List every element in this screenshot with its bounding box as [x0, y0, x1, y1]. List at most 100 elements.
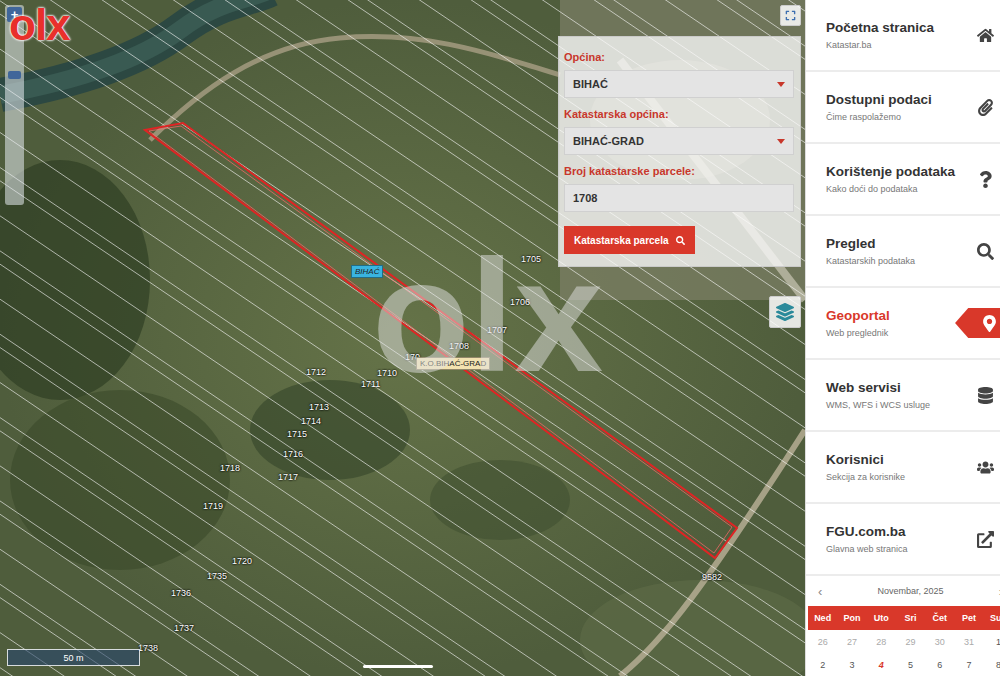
dropdown-arrow-icon	[777, 139, 785, 144]
sidebar-item[interactable]: FGU.com.baGlavna web stranica	[806, 504, 1000, 576]
parcel-label: 1716	[283, 449, 303, 459]
zoom-handle[interactable]	[8, 71, 21, 79]
parcel-label: 1735	[207, 571, 227, 581]
calendar-day[interactable]: 27	[837, 637, 866, 647]
parcel-label: 1736	[171, 588, 191, 598]
zoom-track[interactable]	[7, 22, 22, 203]
sidebar-item-subtitle: Katastar.ba	[826, 40, 955, 50]
sidebar-item[interactable]: Web servisi WMS, WFS i WCS usluge	[806, 360, 1000, 432]
sidebar-item-title: Web servisi	[826, 380, 955, 395]
sidebar-icon-slot	[955, 452, 1000, 482]
calendar-day[interactable]: 30	[925, 637, 954, 647]
calendar-day[interactable]: 31	[954, 637, 983, 647]
sidebar-item-subtitle: Sekcija za korisnike	[826, 472, 955, 482]
fullscreen-button[interactable]	[780, 5, 801, 26]
sidebar-item[interactable]: Početna stranica Katastar.ba	[806, 0, 1000, 72]
field-label: Katastarska općina:	[564, 108, 794, 120]
parcel-label: 1707	[487, 325, 507, 335]
home-icon	[977, 27, 994, 44]
calendar-day[interactable]: 26	[808, 637, 837, 647]
search-field: Katastarska općina: BIHAĆ-GRAD	[564, 108, 794, 155]
app: 1705170617071708170171017111712171317141…	[0, 0, 1000, 676]
question-icon	[977, 171, 994, 188]
layers-icon	[776, 303, 794, 321]
parcel-label: 1713	[309, 402, 329, 412]
sidebar-icon-slot	[955, 20, 1000, 50]
calendar-day[interactable]: 4	[867, 660, 896, 670]
sidebar-item-title: Korištenje podataka	[826, 164, 955, 179]
calendar-day[interactable]: 3	[837, 660, 866, 670]
weekday: Sub	[984, 613, 1000, 623]
select-field[interactable]: BIHAĆ	[564, 70, 794, 98]
calendar-day[interactable]: 8	[984, 660, 1000, 670]
weekday: Sri	[896, 613, 925, 623]
weekday: Pet	[954, 613, 983, 623]
sidebar-item-title: Korisnici	[826, 452, 955, 467]
sidebar-item[interactable]: Korisnici Sekcija za korisnike	[806, 432, 1000, 504]
week-row: 2345678	[808, 653, 1000, 676]
sidebar-item-title: Geoportal	[826, 308, 955, 323]
parcel-label: 1720	[232, 556, 252, 566]
weekday: Čet	[925, 613, 954, 623]
sidebar-icon-slot	[955, 308, 1000, 338]
parcel-label: 1719	[203, 501, 223, 511]
parcel-label: 9582	[702, 572, 722, 582]
sidebar-item-subtitle: Katastarskih podataka	[826, 256, 955, 266]
users-icon	[977, 459, 994, 476]
parcel-label: 1714	[301, 416, 321, 426]
place-tag: BIHAĆ	[351, 265, 383, 278]
weekday-row: NedPonUtoSriČetPetSub	[808, 606, 1000, 630]
sidebar-item-subtitle: Web preglednik	[826, 328, 955, 338]
sidebar-icon-slot	[955, 380, 1000, 410]
prev-month-button[interactable]: ‹	[818, 584, 822, 599]
next-month-button[interactable]: ›	[999, 584, 1000, 599]
parcel-label: 1705	[521, 254, 541, 264]
weekday: Ned	[808, 613, 837, 623]
sidebar-item[interactable]: Dostupni podaciČime raspolažemo	[806, 72, 1000, 144]
scale-bar: 50 m	[7, 649, 140, 666]
search-icon	[676, 236, 685, 245]
external-link-icon	[977, 531, 994, 548]
field-label: Broj katastarske parcele:	[564, 165, 794, 177]
sidebar: Početna stranica Katastar.ba Dostupni poda…	[805, 0, 1000, 676]
sidebar-item-title: Dostupni podaci	[826, 92, 955, 107]
sidebar-icon-slot	[955, 92, 1000, 122]
scroll-indicator	[363, 665, 433, 668]
parcel-label: 1718	[220, 463, 240, 473]
sidebar-item[interactable]: Pregled Katastarskih podataka	[806, 216, 1000, 288]
week-row: 2627282930311	[808, 630, 1000, 653]
weekday: Uto	[867, 613, 896, 623]
search-field: Broj katastarske parcele: 1708	[564, 165, 794, 212]
calendar-day[interactable]: 5	[896, 660, 925, 670]
search-button[interactable]: Katastarska parcela	[564, 226, 695, 254]
calendar-day[interactable]: 28	[867, 637, 896, 647]
calendar-day[interactable]: 7	[954, 660, 983, 670]
parcel-label: 1710	[377, 368, 397, 378]
database-icon	[977, 387, 994, 404]
sidebar-item-subtitle: WMS, WFS i WCS usluge	[826, 400, 955, 410]
calendar: ‹Novembar, 2025›NedPonUtoSriČetPetSub262…	[806, 576, 1000, 676]
select-field[interactable]: BIHAĆ-GRAD	[564, 127, 794, 155]
text-input[interactable]: 1708	[564, 184, 794, 212]
map-view[interactable]: 1705170617071708170171017111712171317141…	[0, 0, 805, 676]
weekday: Pon	[837, 613, 866, 623]
search-field: Općina:BIHAĆ	[564, 51, 794, 98]
paperclip-icon	[977, 99, 994, 116]
sidebar-item-subtitle: Kako doći do podataka	[826, 184, 955, 194]
sidebar-item-subtitle: Glavna web stranica	[826, 544, 955, 554]
layers-button[interactable]	[769, 296, 801, 328]
calendar-day[interactable]: 6	[925, 660, 954, 670]
parcel-label: 1708	[449, 341, 469, 351]
sidebar-item-title: Pregled	[826, 236, 955, 251]
sidebar-item[interactable]: Korištenje podataka Kako doći do podataka	[806, 144, 1000, 216]
district-tag: K.O.BIHAĆ-GRAD	[416, 357, 490, 370]
map-pin-icon	[981, 315, 998, 332]
sidebar-item[interactable]: Geoportal Web preglednik	[806, 288, 1000, 360]
sidebar-item-title: Početna stranica	[826, 20, 955, 35]
parcel-label: 1737	[174, 623, 194, 633]
dropdown-arrow-icon	[777, 82, 785, 87]
calendar-day[interactable]: 1	[984, 637, 1000, 647]
parcel-label: 1717	[278, 472, 298, 482]
calendar-day[interactable]: 2	[808, 660, 837, 670]
calendar-day[interactable]: 29	[896, 637, 925, 647]
